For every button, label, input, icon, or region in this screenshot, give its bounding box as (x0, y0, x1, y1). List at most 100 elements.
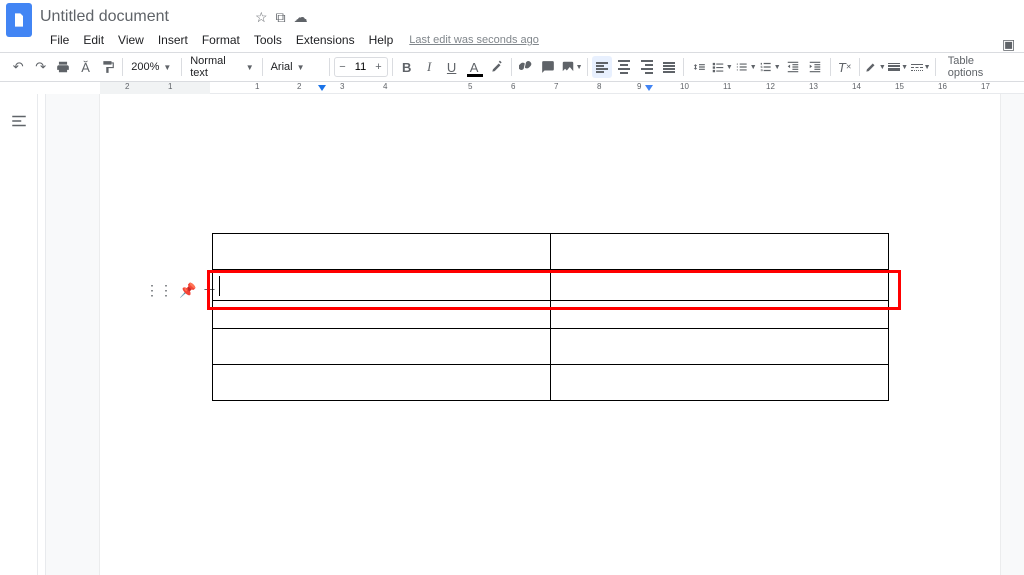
redo-button[interactable]: ↷ (30, 56, 50, 78)
insert-link-button[interactable] (516, 56, 536, 78)
table-row[interactable] (213, 234, 889, 270)
spellcheck-button[interactable]: Ă (75, 56, 95, 78)
ruler-tick: 8 (597, 82, 601, 91)
separator (392, 58, 393, 76)
vertical-ruler[interactable] (38, 94, 46, 575)
sidebar-collapse-icon[interactable]: ▣ (1002, 36, 1018, 52)
paragraph-style-select[interactable]: Normal text▼ (186, 56, 257, 78)
menu-view[interactable]: View (112, 31, 150, 49)
separator (181, 58, 182, 76)
document-title-input[interactable] (40, 8, 247, 26)
ruler-tick: 14 (852, 82, 861, 91)
left-indent-marker[interactable] (318, 85, 326, 91)
border-width-button[interactable]: ▼ (888, 56, 908, 78)
border-dash-button[interactable]: ▼ (910, 56, 930, 78)
highlight-button[interactable] (486, 56, 506, 78)
align-right-button[interactable] (636, 56, 656, 78)
table-cell[interactable] (213, 365, 551, 401)
table-row[interactable] (213, 365, 889, 401)
table-options-button[interactable]: Table options (940, 53, 1016, 81)
ruler-tick: 3 (340, 82, 344, 91)
font-select[interactable]: Arial▼ (267, 56, 325, 78)
separator (859, 58, 860, 76)
decrease-indent-button[interactable] (783, 56, 803, 78)
font-size-control: − + (334, 57, 388, 77)
title-bar: ☆ ⧉ ☁ (0, 0, 1024, 30)
ruler-tick: 12 (766, 82, 775, 91)
separator (683, 58, 684, 76)
menu-extensions[interactable]: Extensions (290, 31, 361, 49)
undo-button[interactable]: ↶ (8, 56, 28, 78)
ruler-tick: 1 (168, 82, 172, 91)
table-row[interactable] (213, 301, 889, 329)
font-size-decrease[interactable]: − (335, 58, 351, 76)
ruler-tick: 15 (895, 82, 904, 91)
table-row[interactable] (213, 329, 889, 365)
document-page[interactable]: ⋮⋮ 📌 ＋ (100, 94, 1000, 575)
align-center-button[interactable] (614, 56, 634, 78)
separator (262, 58, 263, 76)
menu-insert[interactable]: Insert (152, 31, 194, 49)
menu-edit[interactable]: Edit (77, 31, 110, 49)
menu-file[interactable]: File (44, 31, 75, 49)
bulleted-list-button[interactable]: ▼ (735, 56, 757, 78)
table-row[interactable] (213, 270, 889, 301)
drag-handle-icon[interactable]: ⋮⋮ (145, 282, 173, 299)
line-spacing-button[interactable] (688, 56, 708, 78)
ruler-tick: 10 (680, 82, 689, 91)
ruler-tick: 17 (981, 82, 990, 91)
font-size-input[interactable] (351, 61, 371, 73)
bold-button[interactable]: B (396, 56, 416, 78)
document-table[interactable] (212, 233, 889, 401)
clear-formatting-button[interactable]: T✕ (835, 56, 855, 78)
menu-tools[interactable]: Tools (248, 31, 288, 49)
last-edit-info[interactable]: Last edit was seconds ago (409, 34, 539, 46)
insert-comment-button[interactable] (538, 56, 558, 78)
menu-help[interactable]: Help (363, 31, 400, 49)
italic-button[interactable]: I (419, 56, 439, 78)
cloud-icon[interactable]: ☁ (294, 9, 308, 26)
align-left-button[interactable] (592, 56, 612, 78)
horizontal-ruler[interactable]: 2 1 1 2 3 4 5 6 7 8 9 10 11 12 13 14 15 … (100, 82, 1024, 94)
page-area[interactable]: ⋮⋮ 📌 ＋ (38, 94, 1024, 575)
right-indent-marker[interactable] (645, 85, 653, 91)
ruler-tick: 2 (297, 82, 301, 91)
menu-bar: File Edit View Insert Format Tools Exten… (0, 30, 1024, 52)
text-cursor (219, 276, 220, 296)
table-cell[interactable] (551, 301, 889, 329)
separator (587, 58, 588, 76)
align-justify-button[interactable] (659, 56, 679, 78)
table-cell[interactable] (213, 270, 551, 301)
ruler-tick: 2 (125, 82, 129, 91)
pin-row-icon[interactable]: 📌 (179, 282, 196, 299)
checklist-button[interactable]: ▼ (711, 56, 733, 78)
font-size-increase[interactable]: + (371, 58, 387, 76)
zoom-select[interactable]: 200%▼ (127, 56, 177, 78)
table-cell[interactable] (213, 234, 551, 270)
table-cell[interactable] (551, 365, 889, 401)
docs-logo[interactable] (6, 3, 32, 37)
move-icon[interactable]: ⧉ (276, 9, 286, 26)
print-button[interactable] (53, 56, 73, 78)
menu-format[interactable]: Format (196, 31, 246, 49)
insert-image-button[interactable]: ▼ (561, 56, 583, 78)
table-cell[interactable] (213, 329, 551, 365)
outline-toggle-icon[interactable] (10, 112, 28, 130)
table-cell[interactable] (551, 329, 889, 365)
paint-format-button[interactable] (98, 56, 118, 78)
table-cell[interactable] (213, 301, 551, 329)
row-controls: ⋮⋮ 📌 ＋ (145, 280, 216, 300)
numbered-list-button[interactable]: ▼ (759, 56, 781, 78)
ruler-tick: 6 (511, 82, 515, 91)
separator (122, 58, 123, 76)
border-color-button[interactable]: ▼ (864, 56, 886, 78)
table-cell[interactable] (551, 234, 889, 270)
table-cell[interactable] (551, 270, 889, 301)
ruler-tick: 5 (468, 82, 472, 91)
star-icon[interactable]: ☆ (255, 9, 268, 26)
text-color-button[interactable]: A (464, 56, 484, 78)
underline-button[interactable]: U (441, 56, 461, 78)
increase-indent-button[interactable] (805, 56, 825, 78)
separator (935, 58, 936, 76)
toolbar: ↶ ↷ Ă 200%▼ Normal text▼ Arial▼ − + B I … (0, 52, 1024, 82)
